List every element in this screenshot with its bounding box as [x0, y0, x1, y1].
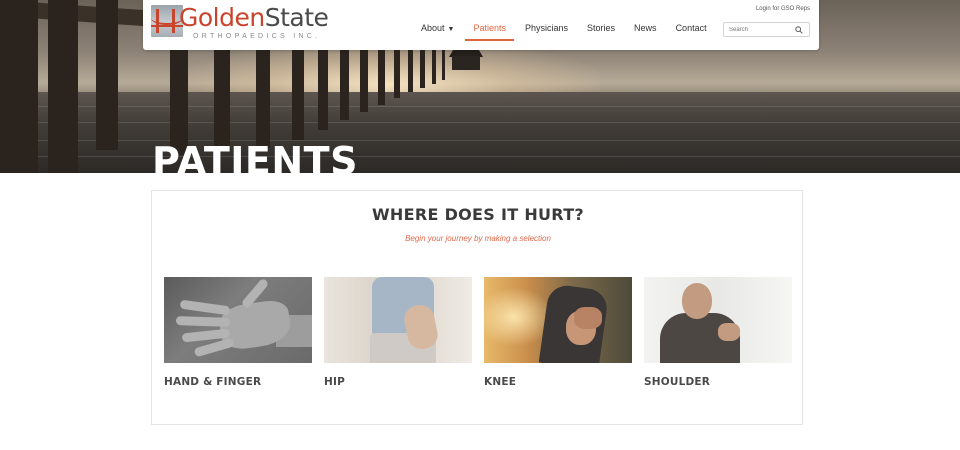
tile-hip[interactable]: HIP: [324, 277, 472, 388]
login-link[interactable]: Login for GSO Reps: [756, 6, 810, 12]
search-box: [723, 22, 810, 37]
nav-item-stories[interactable]: Stories: [587, 22, 615, 40]
pier-pavilion: [452, 56, 480, 70]
chevron-down-icon: ▼: [447, 26, 455, 33]
tile-label[interactable]: SHOULDER: [644, 376, 710, 388]
tile-hand-finger[interactable]: HAND & FINGER: [164, 277, 312, 388]
tile-label[interactable]: HIP: [324, 376, 345, 388]
nav-item-contact[interactable]: Contact: [676, 22, 707, 40]
nav-label: News: [634, 23, 657, 33]
tile-label[interactable]: KNEE: [484, 376, 516, 388]
page-title: PATIENTS: [152, 140, 358, 173]
tile-label[interactable]: HAND & FINGER: [164, 376, 261, 388]
nav-item-news[interactable]: News: [634, 22, 657, 40]
site-logo[interactable]: GoldenState ORTHOPAEDICS INC.: [151, 3, 331, 43]
tile-knee[interactable]: KNEE: [484, 277, 632, 388]
site-header: GoldenState ORTHOPAEDICS INC. Login for …: [143, 0, 819, 50]
nav-label: Patients: [473, 23, 506, 33]
nav-item-physicians[interactable]: Physicians: [525, 22, 568, 40]
nav-label: Stories: [587, 23, 616, 33]
section-title: WHERE DOES IT HURT?: [371, 205, 584, 224]
logo-subtitle: ORTHOPAEDICS INC.: [193, 33, 321, 40]
logo-name-part1: Golden: [179, 3, 265, 32]
main-nav: About ▼ Patients Physicians Stories News …: [421, 22, 726, 41]
nav-item-about[interactable]: About ▼: [421, 22, 454, 40]
search-icon[interactable]: [795, 26, 803, 34]
selection-card: WHERE DOES IT HURT? Begin your journey b…: [151, 190, 803, 425]
hip-image[interactable]: [324, 277, 472, 363]
nav-label: Physicians: [525, 23, 569, 33]
logo-wordmark: GoldenState: [179, 3, 329, 33]
ocean: [0, 92, 960, 173]
nav-label: About: [421, 23, 445, 33]
hand-image[interactable]: [164, 277, 312, 363]
tile-shoulder[interactable]: SHOULDER: [644, 277, 792, 388]
logo-name-part2: State: [264, 3, 329, 32]
knee-image[interactable]: [484, 277, 632, 363]
shoulder-image[interactable]: [644, 277, 792, 363]
nav-item-patients[interactable]: Patients: [465, 22, 514, 41]
search-input[interactable]: [729, 25, 791, 35]
nav-label: Contact: [675, 23, 707, 33]
section-subtitle: Begin your journey by making a selection: [405, 234, 551, 243]
